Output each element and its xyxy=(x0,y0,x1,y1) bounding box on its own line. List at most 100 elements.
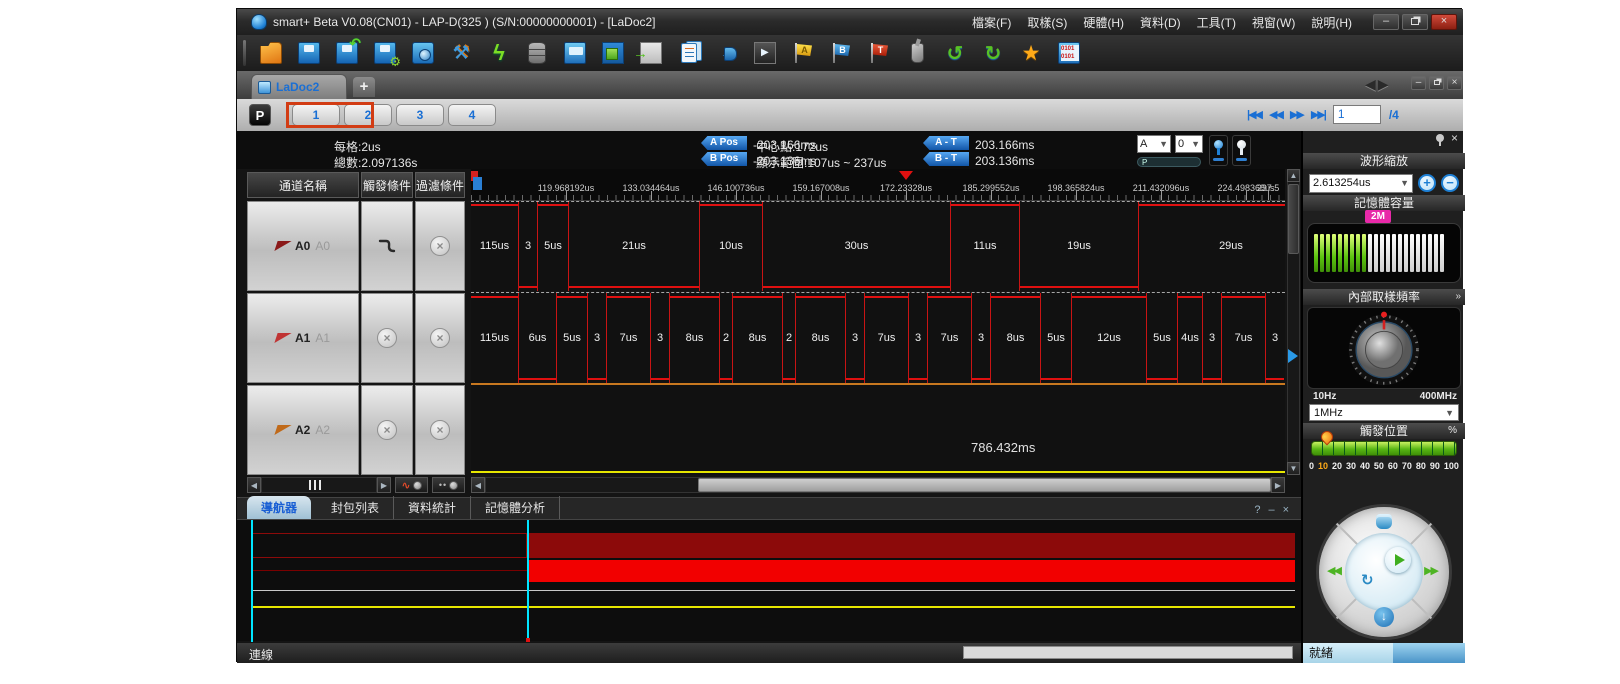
column-header-channel-name[interactable]: 通道名稱 xyxy=(247,172,359,198)
first-page-button[interactable]: |◀◀ xyxy=(1247,108,1261,121)
bottom-tab-導航器[interactable]: 導航器 xyxy=(247,496,311,519)
flag-a-button[interactable]: A xyxy=(788,38,818,68)
place-cursor-pin-button[interactable] xyxy=(1232,135,1251,166)
hand-pan-icon[interactable] xyxy=(1376,514,1392,529)
cursor-index-select[interactable]: 0▼ xyxy=(1175,135,1203,153)
navigator-cursor-left[interactable] xyxy=(251,520,253,642)
panel-control-icon[interactable]: ? xyxy=(1254,504,1260,516)
zoom-out-button[interactable]: − xyxy=(1441,174,1459,192)
waveform-channel-a1[interactable]: 115us6us5us37us38us28us28us37us37us38us5… xyxy=(471,293,1285,383)
bottom-tab-記憶體分析[interactable]: 記憶體分析 xyxy=(471,496,560,519)
video-button[interactable] xyxy=(750,38,780,68)
trigger-position-slider[interactable] xyxy=(1311,441,1457,456)
pan-right-button[interactable]: ▶▶ xyxy=(1424,564,1437,577)
channel-a1-filter-cell[interactable]: × xyxy=(415,293,465,383)
menu-item[interactable]: 視窗(W) xyxy=(1245,11,1302,34)
menu-item[interactable]: 工具(T) xyxy=(1190,11,1243,34)
navigator-cursor-view[interactable] xyxy=(527,520,529,642)
marker-button[interactable] xyxy=(902,38,932,68)
navigator-panel[interactable] xyxy=(237,519,1301,641)
channel-list-scroll-right-button[interactable]: ▶ xyxy=(377,477,391,493)
scrollbar-grip[interactable] xyxy=(309,480,323,490)
save-restore-button[interactable] xyxy=(332,38,362,68)
transition-search-button[interactable]: •• xyxy=(432,477,465,493)
column-header-filter[interactable]: 過濾條件 xyxy=(415,172,465,198)
zoom-undo-button[interactable] xyxy=(940,38,970,68)
channel-a2-name-cell[interactable]: A2 A2 xyxy=(247,385,359,475)
column-header-trigger[interactable]: 觸發條件 xyxy=(361,172,413,198)
refresh-icon[interactable]: ↻ xyxy=(1361,571,1374,589)
doc-minimize-button[interactable]: – xyxy=(1411,76,1426,90)
settings-tools-button[interactable] xyxy=(446,38,476,68)
layout-button[interactable] xyxy=(598,38,628,68)
close-panel-icon[interactable]: × xyxy=(1451,133,1458,143)
scroll-up-button[interactable]: ▲ xyxy=(1287,169,1300,182)
channel-a2-trigger-cell[interactable]: × xyxy=(361,385,413,475)
next-page-button[interactable]: ▶▶ xyxy=(1290,108,1303,121)
channel-a0-trigger-cell[interactable] xyxy=(361,201,413,291)
waveform-channel-a2[interactable]: 786.432ms xyxy=(471,385,1285,475)
panel-control-icon[interactable]: – xyxy=(1268,504,1274,516)
channel-list-scroll-left-button[interactable]: ◀ xyxy=(247,477,261,493)
flag-b-button[interactable]: B xyxy=(826,38,856,68)
channel-a2-filter-cell[interactable]: × xyxy=(415,385,465,475)
pan-left-button[interactable]: ◀◀ xyxy=(1327,564,1340,577)
document-tab[interactable]: LaDoc2 xyxy=(251,74,347,99)
device-button[interactable] xyxy=(560,38,590,68)
pin-panel-icon[interactable] xyxy=(1436,134,1444,142)
panel-expand-arrow-icon[interactable] xyxy=(1288,349,1298,363)
bottom-tab-資料統計[interactable]: 資料統計 xyxy=(394,496,471,519)
save-settings-button[interactable] xyxy=(370,38,400,68)
frequency-knob[interactable] xyxy=(1344,309,1424,387)
goto-cursor-pin-button[interactable] xyxy=(1209,135,1228,166)
channel-a0-name-cell[interactable]: A0 A0 xyxy=(247,201,359,291)
zoom-scale-select[interactable]: 2.613254us▼ xyxy=(1309,174,1413,193)
horizontal-scroll-thumb[interactable] xyxy=(698,478,1271,492)
menu-item[interactable]: 取樣(S) xyxy=(1020,11,1074,34)
cursor-select[interactable]: A▼ xyxy=(1137,135,1171,153)
doc-restore-button[interactable] xyxy=(1429,76,1444,90)
bottom-tab-封包列表[interactable]: 封包列表 xyxy=(317,496,394,519)
quick-capture-button[interactable] xyxy=(484,38,514,68)
expand-chevron-icon[interactable]: » xyxy=(1455,289,1461,305)
b-t-tag[interactable]: B - T xyxy=(923,152,969,166)
add-document-tab-button[interactable]: + xyxy=(353,77,375,97)
screenshot-button[interactable] xyxy=(408,38,438,68)
waveform-channel-a0[interactable]: 115us35us21us10us30us11us19us29us xyxy=(471,201,1285,291)
channel-a0-filter-cell[interactable]: × xyxy=(415,201,465,291)
pan-down-button[interactable]: ↓ xyxy=(1374,607,1394,627)
time-ruler[interactable]: 119.968192us133.034464us146.100736us159.… xyxy=(471,169,1285,201)
page-p-button[interactable]: P xyxy=(249,104,271,126)
memory-capacity-gauge[interactable] xyxy=(1307,223,1461,283)
channel-a1-trigger-cell[interactable]: × xyxy=(361,293,413,383)
menu-item[interactable]: 資料(D) xyxy=(1133,11,1188,34)
menu-item[interactable]: 檔案(F) xyxy=(965,11,1018,34)
a-t-tag[interactable]: A - T xyxy=(923,136,969,150)
storage-button[interactable] xyxy=(522,38,552,68)
scroll-down-button[interactable]: ▼ xyxy=(1287,462,1300,475)
last-page-button[interactable]: ▶▶| xyxy=(1311,108,1325,121)
zoom-in-button[interactable]: + xyxy=(1418,174,1436,192)
export-button[interactable] xyxy=(636,38,666,68)
b-pos-tag[interactable]: B Pos xyxy=(701,152,747,166)
channel-a1-name-cell[interactable]: A1 A1 xyxy=(247,293,359,383)
waveform-search-button[interactable]: ∿ xyxy=(395,477,428,493)
open-button[interactable] xyxy=(256,38,286,68)
probe-button[interactable] xyxy=(712,38,742,68)
save-button[interactable] xyxy=(294,38,324,68)
prev-page-button[interactable]: ◀◀ xyxy=(1269,108,1282,121)
frequency-select[interactable]: 1MHz▼ xyxy=(1309,404,1459,421)
waveform-scroll-right-button[interactable]: ▶ xyxy=(1271,477,1285,493)
memory-depth-tag[interactable]: 2M xyxy=(1365,210,1391,223)
binary-button[interactable] xyxy=(1054,38,1084,68)
menu-item[interactable]: 說明(H) xyxy=(1304,11,1359,34)
play-button[interactable] xyxy=(1385,547,1411,573)
restore-button[interactable] xyxy=(1402,14,1428,30)
menu-item[interactable]: 硬體(H) xyxy=(1076,11,1131,34)
navigation-pad[interactable]: ◀◀ ▶▶ ↻ ↓ xyxy=(1319,507,1449,637)
favorite-button[interactable] xyxy=(1016,38,1046,68)
flag-t-button[interactable]: T xyxy=(864,38,894,68)
compare-docs-button[interactable] xyxy=(674,38,704,68)
waveform-scroll-left-button[interactable]: ◀ xyxy=(471,477,485,493)
zoom-redo-button[interactable] xyxy=(978,38,1008,68)
